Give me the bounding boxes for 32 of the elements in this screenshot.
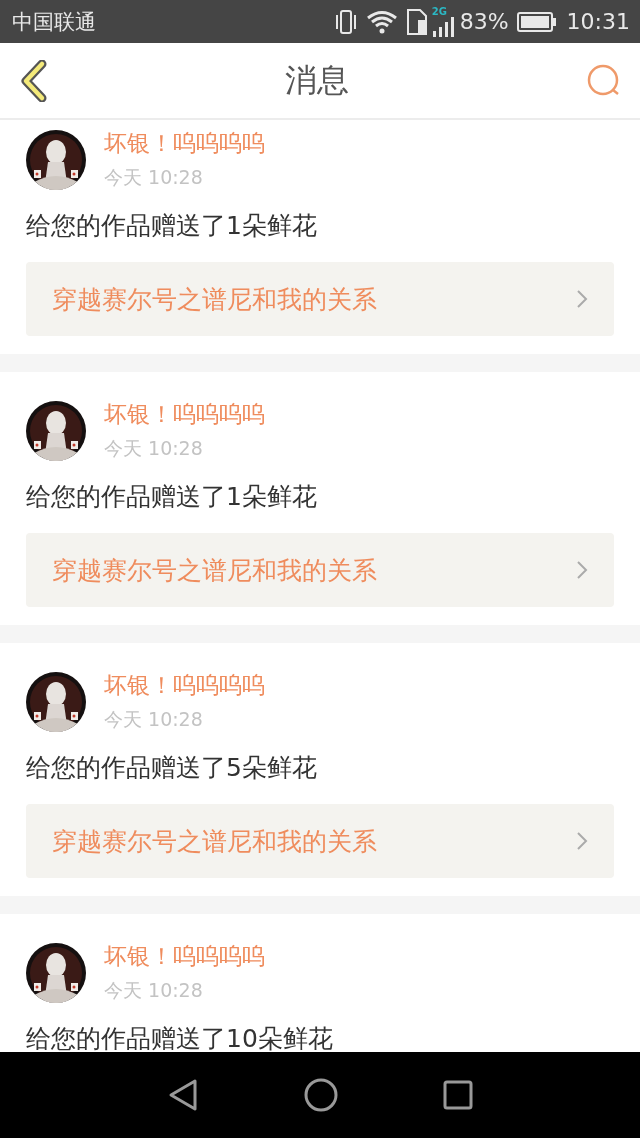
message-text: 给您的作品赠送了5朵鲜花 <box>26 752 318 784</box>
message-text: 给您的作品赠送了10朵鲜花 <box>26 1023 334 1052</box>
message-time: 今天 10:28 <box>104 707 204 732</box>
message-time: 今天 10:28 <box>104 165 204 190</box>
home-nav-button[interactable] <box>304 1078 338 1112</box>
chevron-icon <box>576 560 588 580</box>
network-type: 2G <box>431 6 447 17</box>
chevron-icon <box>576 831 588 851</box>
vibrate-icon <box>333 8 358 35</box>
sim-card-icon <box>405 7 428 36</box>
sender-name[interactable]: 坏银！呜呜呜呜 <box>104 670 265 701</box>
signal-icon <box>431 16 456 37</box>
battery-percent: 83% <box>459 9 509 34</box>
work-link[interactable]: 穿越赛尔号之谱尼和我的关系 <box>26 533 614 607</box>
work-link[interactable]: 穿越赛尔号之谱尼和我的关系 <box>26 262 614 336</box>
wifi-icon <box>365 8 398 35</box>
back-nav-button[interactable] <box>167 1078 199 1112</box>
message-time: 今天 10:28 <box>104 436 204 461</box>
sender-name[interactable]: 坏银！呜呜呜呜 <box>104 128 265 159</box>
sender-name[interactable]: 坏银！呜呜呜呜 <box>104 941 265 972</box>
message-text: 给您的作品赠送了1朵鲜花 <box>26 481 318 513</box>
chevron-icon <box>576 289 588 309</box>
back-button[interactable] <box>18 59 48 102</box>
clock-time: 10:31 <box>566 9 630 34</box>
work-link[interactable]: 穿越赛尔号之谱尼和我的关系 <box>26 804 614 878</box>
recents-nav-button[interactable] <box>443 1080 473 1110</box>
message-text: 给您的作品赠送了1朵鲜花 <box>26 210 318 242</box>
battery-icon <box>516 11 557 32</box>
sender-name[interactable]: 坏银！呜呜呜呜 <box>104 399 265 430</box>
carrier-name: 中国联通 <box>12 8 97 36</box>
page-title: 消息 <box>285 59 349 101</box>
message-time: 今天 10:28 <box>104 978 204 1003</box>
